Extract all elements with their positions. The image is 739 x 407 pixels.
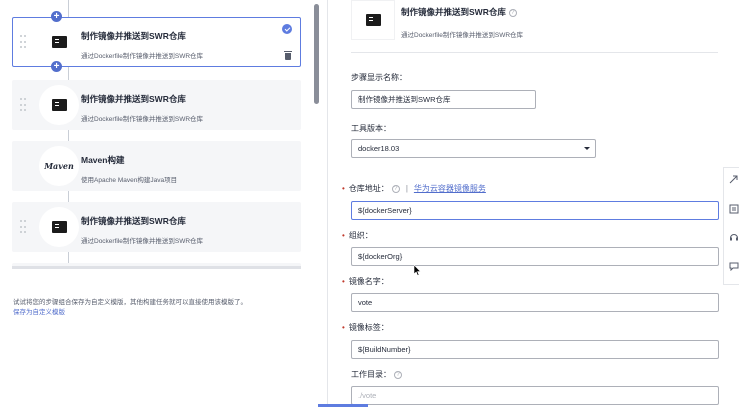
headset-icon[interactable] <box>729 232 739 242</box>
step-desc: 通过Dockerfile制作镜像并推送到SWR仓库 <box>81 116 204 123</box>
drag-handle-icon[interactable] <box>20 220 26 235</box>
step-avatar <box>39 22 79 62</box>
step-desc: 通过Dockerfile制作镜像并推送到SWR仓库 <box>81 53 204 60</box>
step-avatar <box>39 85 79 125</box>
terminal-icon <box>51 36 67 48</box>
chevron-down-icon <box>584 147 590 150</box>
step-list-scrollbar[interactable] <box>314 4 319 104</box>
step-title: 制作镜像并推送到SWR仓库 <box>81 94 186 104</box>
chat-icon[interactable] <box>729 261 739 271</box>
required-mark: • <box>342 323 345 332</box>
step-name-label: 步骤显示名称： <box>351 73 407 82</box>
drag-handle-icon[interactable] <box>20 35 26 50</box>
step-desc: 通过Dockerfile制作镜像并推送到SWR仓库 <box>81 238 204 245</box>
step-card-build-image-2[interactable]: 制作镜像并推送到SWR仓库 通过Dockerfile制作镜像并推送到SWR仓库 <box>12 80 301 130</box>
step-list-panel: 制作镜像并推送到SWR仓库 通过Dockerfile制作镜像并推送到SWR仓库 … <box>0 0 327 407</box>
step-name-input[interactable]: 制作镜像并推送到SWR仓库 <box>351 90 536 109</box>
tool-version-label: 工具版本： <box>351 124 391 133</box>
image-name-label: • 镜像名字： <box>342 277 389 286</box>
org-label: • 组织： <box>342 231 373 240</box>
detail-desc: 通过Dockerfile制作镜像并推送到SWR仓库 <box>401 32 524 39</box>
terminal-icon <box>51 221 67 233</box>
detail-avatar <box>351 0 395 40</box>
step-desc: 使用Apache Maven构建Java项目 <box>81 177 178 184</box>
save-as-template-link[interactable]: 保存为自定义模版 <box>13 306 65 316</box>
terminal-icon <box>51 99 67 111</box>
workdir-input[interactable]: ./vote <box>351 386 719 405</box>
workdir-label: 工作目录：? <box>351 369 402 380</box>
image-tag-input[interactable]: ${BuildNumber} <box>351 340 719 359</box>
mouse-cursor-icon <box>414 265 422 276</box>
template-hint-text: 试试将您的步骤组合保存为自定义模版，其他构建任务就可以直接使用该模版了。 <box>13 299 247 306</box>
help-icon[interactable]: ? <box>508 8 517 17</box>
required-mark: • <box>342 231 345 240</box>
step-card-maven-build[interactable]: Maven Maven构建 使用Apache Maven构建Java项目 <box>12 141 301 191</box>
add-step-below-icon[interactable]: + <box>51 61 62 72</box>
terminal-icon <box>365 14 381 26</box>
document-icon[interactable] <box>729 204 739 214</box>
step-avatar: Maven <box>39 146 79 186</box>
required-mark: • <box>342 277 345 286</box>
header-divider <box>351 52 718 53</box>
step-card-build-image-1[interactable]: 制作镜像并推送到SWR仓库 通过Dockerfile制作镜像并推送到SWR仓库 <box>12 17 301 67</box>
maven-icon: Maven <box>44 161 74 171</box>
horizontal-scrollbar[interactable] <box>12 266 301 269</box>
detail-title: 制作镜像并推送到SWR仓库? <box>401 6 517 18</box>
org-input[interactable]: ${dockerOrg} <box>351 247 719 266</box>
floating-toolbar <box>723 167 739 285</box>
step-title: 制作镜像并推送到SWR仓库 <box>81 216 186 226</box>
step-config-panel: 制作镜像并推送到SWR仓库? 通过Dockerfile制作镜像并推送到SWR仓库… <box>328 0 739 407</box>
external-link-icon[interactable] <box>729 174 739 184</box>
help-icon[interactable]: ? <box>394 370 402 379</box>
repo-label: • 仓库地址：? | 华为云容器镜像服务 <box>342 184 486 193</box>
step-title: 制作镜像并推送到SWR仓库 <box>81 31 186 41</box>
repo-address-input[interactable]: ${dockerServer} <box>351 201 719 220</box>
tool-version-value: docker18.03 <box>358 144 400 153</box>
trash-icon[interactable] <box>284 51 292 60</box>
step-title: Maven构建 <box>81 155 125 165</box>
step-list: 制作镜像并推送到SWR仓库 通过Dockerfile制作镜像并推送到SWR仓库 … <box>12 0 301 268</box>
drag-handle-icon[interactable] <box>20 98 26 113</box>
check-circle-icon <box>282 24 292 34</box>
add-step-above-icon[interactable]: + <box>51 11 62 22</box>
label-separator: | <box>405 184 408 193</box>
swr-service-link[interactable]: 华为云容器镜像服务 <box>414 184 486 193</box>
image-name-input[interactable]: vote <box>351 293 719 312</box>
tool-version-select[interactable]: docker18.03 <box>351 139 596 158</box>
required-mark: • <box>342 184 345 193</box>
step-avatar <box>39 207 79 247</box>
help-icon[interactable]: ? <box>391 184 400 193</box>
step-card-build-image-3[interactable]: 制作镜像并推送到SWR仓库 通过Dockerfile制作镜像并推送到SWR仓库 <box>12 202 301 252</box>
image-tag-label: • 镜像标签： <box>342 323 389 332</box>
